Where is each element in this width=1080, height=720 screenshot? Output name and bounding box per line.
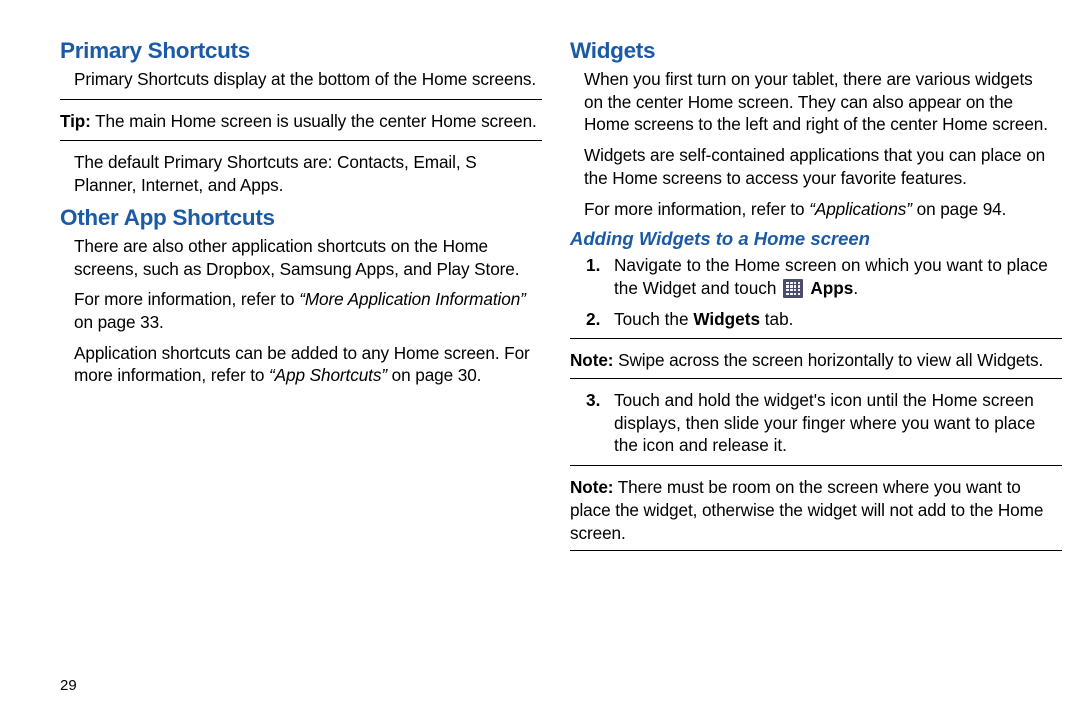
body-text: For more information, refer to “Applicat… <box>584 198 1052 221</box>
body-text: Widgets are self-contained applications … <box>584 144 1052 189</box>
apps-label: Apps <box>806 278 853 298</box>
body-text: Application shortcuts can be added to an… <box>74 342 542 387</box>
body-text: There are also other application shortcu… <box>74 235 542 280</box>
note-label: Note: <box>570 350 613 370</box>
reference-italic: “Applications” <box>809 199 912 219</box>
divider <box>60 140 542 141</box>
heading-other-app-shortcuts: Other App Shortcuts <box>60 205 542 231</box>
subheading-adding-widgets: Adding Widgets to a Home screen <box>570 228 1052 250</box>
page-number: 29 <box>60 677 77 694</box>
bold-text: Widgets <box>693 309 760 329</box>
text: on page 94. <box>912 199 1006 219</box>
divider <box>570 550 1062 551</box>
text: . <box>853 278 858 298</box>
tip-line: Tip: The main Home screen is usually the… <box>60 110 542 133</box>
text: Touch and hold the widget's icon until t… <box>614 390 1035 455</box>
apps-grid-icon <box>783 279 803 298</box>
step-list: Touch and hold the widget's icon until t… <box>570 389 1052 457</box>
heading-widgets: Widgets <box>570 38 1052 64</box>
body-text: When you first turn on your tablet, ther… <box>584 68 1052 136</box>
note-block: Note: Swipe across the screen horizontal… <box>570 338 1052 379</box>
text: on page 33. <box>74 312 164 332</box>
body-text: The default Primary Shortcuts are: Conta… <box>74 151 542 196</box>
text: tab. <box>760 309 793 329</box>
divider <box>570 465 1062 466</box>
text: For more information, refer to <box>584 199 809 219</box>
note-line: Note: There must be room on the screen w… <box>570 476 1052 544</box>
reference-italic: “App Shortcuts” <box>269 365 387 385</box>
divider <box>570 338 1062 339</box>
text: Touch the <box>614 309 693 329</box>
note-block: Note: There must be room on the screen w… <box>570 465 1052 551</box>
note-text: There must be room on the screen where y… <box>570 477 1043 542</box>
step-item: Touch and hold the widget's icon until t… <box>570 389 1052 457</box>
manual-page: Primary Shortcuts Primary Shortcuts disp… <box>0 0 1080 720</box>
tip-text: The main Home screen is usually the cent… <box>91 111 537 131</box>
text: on page 30. <box>387 365 481 385</box>
note-label: Note: <box>570 477 613 497</box>
note-text: Swipe across the screen horizontally to … <box>613 350 1043 370</box>
heading-primary-shortcuts: Primary Shortcuts <box>60 38 542 64</box>
body-text: For more information, refer to “More App… <box>74 288 542 333</box>
divider <box>60 99 542 100</box>
reference-italic: “More Application Information” <box>299 289 526 309</box>
body-text: Primary Shortcuts display at the bottom … <box>74 68 542 91</box>
step-list: Navigate to the Home screen on which you… <box>570 254 1052 330</box>
note-line: Note: Swipe across the screen horizontal… <box>570 349 1052 372</box>
text: For more information, refer to <box>74 289 299 309</box>
step-item: Navigate to the Home screen on which you… <box>570 254 1052 299</box>
tip-label: Tip: <box>60 111 91 131</box>
left-column: Primary Shortcuts Primary Shortcuts disp… <box>60 38 570 690</box>
right-column: Widgets When you first turn on your tabl… <box>570 38 1052 690</box>
divider <box>570 378 1062 379</box>
step-item: Touch the Widgets tab. <box>570 308 1052 331</box>
